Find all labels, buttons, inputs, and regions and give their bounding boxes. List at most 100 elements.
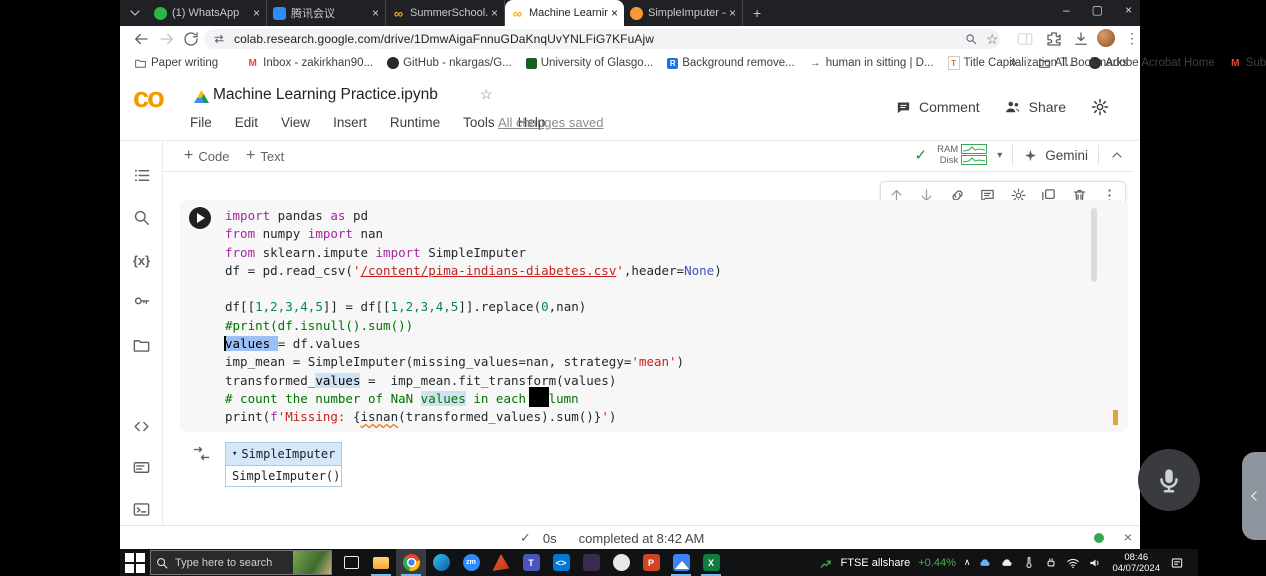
tab-close-icon[interactable]: × bbox=[491, 6, 498, 20]
tab-close-icon[interactable]: × bbox=[611, 6, 618, 20]
browser-tab[interactable]: SimpleImputer — scikit-learn 1× bbox=[624, 0, 743, 26]
variables-icon[interactable]: {x} bbox=[132, 251, 151, 270]
taskbar-clock[interactable]: 08:46 04/07/2024 bbox=[1112, 552, 1160, 574]
site-settings-icon[interactable] bbox=[212, 32, 226, 46]
taskbar-edge[interactable] bbox=[426, 549, 456, 576]
close-button[interactable]: × bbox=[1125, 3, 1132, 17]
run-cell-button[interactable] bbox=[189, 207, 211, 229]
address-bar[interactable]: colab.research.google.com/drive/1DmwAiga… bbox=[204, 29, 1000, 49]
profile-avatar[interactable] bbox=[1097, 29, 1115, 47]
tab-close-icon[interactable]: × bbox=[729, 6, 736, 20]
taskbar-vscode[interactable]: <> bbox=[546, 549, 576, 576]
taskbar-app-light[interactable] bbox=[606, 549, 636, 576]
taskbar-matlab[interactable] bbox=[486, 549, 516, 576]
add-code-button[interactable]: + Code bbox=[184, 147, 229, 165]
dismiss-status-icon[interactable]: × bbox=[1124, 529, 1132, 545]
notebook-title[interactable]: Machine Learning Practice.ipynb bbox=[213, 86, 438, 104]
star-notebook-icon[interactable]: ☆ bbox=[480, 86, 493, 103]
resources-dropdown-icon[interactable]: ▾ bbox=[997, 150, 1002, 161]
snippets-icon[interactable] bbox=[132, 417, 151, 436]
volume-icon[interactable] bbox=[1088, 556, 1102, 570]
tab-search-icon[interactable] bbox=[127, 5, 143, 21]
maximize-button[interactable]: ▢ bbox=[1092, 3, 1103, 17]
side-panel-icon[interactable] bbox=[1016, 30, 1034, 48]
secrets-icon[interactable] bbox=[132, 293, 151, 312]
taskbar-excel[interactable]: X bbox=[696, 549, 726, 576]
bookmark-item[interactable]: MSubject: Assistance... bbox=[1229, 57, 1266, 70]
recorder-mic-button[interactable] bbox=[1138, 449, 1200, 511]
add-text-button[interactable]: + Text bbox=[246, 147, 284, 165]
edge-panel-handle[interactable] bbox=[1242, 452, 1266, 540]
start-button[interactable] bbox=[120, 549, 150, 576]
resources-indicator[interactable]: RAM Disk bbox=[937, 144, 987, 166]
commands-icon[interactable] bbox=[132, 458, 151, 477]
estimator-header[interactable]: ▾ SimpleImputer bbox=[225, 442, 342, 466]
browser-tab[interactable]: ∞Machine Learning Practice.ipy× bbox=[505, 0, 624, 26]
terminal-icon[interactable] bbox=[132, 500, 151, 519]
menu-file[interactable]: File bbox=[190, 115, 212, 130]
downloads-icon[interactable] bbox=[1072, 30, 1090, 48]
usb-icon[interactable] bbox=[1044, 556, 1058, 570]
bookmark-item[interactable]: →human in sitting | D... bbox=[809, 57, 934, 70]
forward-icon[interactable] bbox=[158, 30, 176, 48]
code-editor[interactable]: import pandas as pdfrom numpy import nan… bbox=[225, 207, 722, 427]
taskbar-file-explorer[interactable] bbox=[366, 549, 396, 576]
toc-icon[interactable] bbox=[132, 166, 151, 185]
menu-view[interactable]: View bbox=[281, 115, 310, 130]
bookmark-item[interactable]: University of Glasgo... bbox=[526, 57, 653, 69]
minimize-button[interactable]: – bbox=[1063, 3, 1070, 17]
stock-chart-icon[interactable] bbox=[819, 556, 833, 570]
uofg-icon bbox=[526, 58, 537, 69]
thermometer-icon[interactable] bbox=[1022, 556, 1036, 570]
onedrive-cloud-icon[interactable] bbox=[978, 556, 992, 570]
bookmarks-overflow-icon[interactable]: » bbox=[1010, 57, 1016, 69]
menu-edit[interactable]: Edit bbox=[235, 115, 258, 130]
reload-icon[interactable] bbox=[182, 30, 200, 48]
taskbar-search[interactable]: Type here to search bbox=[150, 550, 332, 575]
bookmark-item[interactable]: MInbox - zakirkhan90... bbox=[246, 57, 373, 70]
extensions-icon[interactable] bbox=[1045, 30, 1063, 48]
colab-logo[interactable]: co bbox=[133, 82, 163, 115]
files-icon[interactable] bbox=[132, 336, 151, 355]
menu-insert[interactable]: Insert bbox=[333, 115, 367, 130]
taskbar-zoom[interactable]: zm bbox=[456, 549, 486, 576]
browser-tab[interactable]: 腾讯会议× bbox=[267, 0, 386, 26]
taskbar-app-dark[interactable] bbox=[576, 549, 606, 576]
share-button[interactable]: Share bbox=[1004, 98, 1066, 116]
search-icon[interactable] bbox=[132, 208, 151, 227]
tab-close-icon[interactable]: × bbox=[372, 6, 379, 20]
tab-close-icon[interactable]: × bbox=[253, 6, 260, 20]
menu-tools[interactable]: Tools bbox=[463, 115, 495, 130]
code-cell[interactable]: import pandas as pdfrom numpy import nan… bbox=[180, 200, 1128, 432]
doc-icon: T bbox=[948, 56, 960, 70]
bookmark-item[interactable]: RBackground remove... bbox=[667, 57, 795, 69]
gemini-button[interactable]: Gemini bbox=[1023, 148, 1088, 163]
all-bookmarks-button[interactable]: All Bookmarks bbox=[1038, 57, 1129, 70]
taskbar-powerpoint[interactable]: P bbox=[636, 549, 666, 576]
zoom-indicator-icon[interactable] bbox=[964, 32, 978, 46]
new-tab-button[interactable]: + bbox=[753, 5, 761, 21]
notebook-scrollbar[interactable] bbox=[1091, 208, 1097, 282]
save-status[interactable]: All changes saved bbox=[498, 115, 604, 130]
comment-button[interactable]: Comment bbox=[895, 99, 980, 116]
back-icon[interactable] bbox=[132, 30, 150, 48]
settings-gear-icon[interactable] bbox=[1090, 97, 1110, 117]
taskbar-teams[interactable]: T bbox=[516, 549, 546, 576]
stock-name[interactable]: FTSE allshare bbox=[841, 557, 911, 569]
chrome-menu-icon[interactable]: ⋮ bbox=[1123, 30, 1141, 48]
browser-tab[interactable]: ∞SummerSchool.ipynb - Colab× bbox=[386, 0, 505, 26]
cloud-icon[interactable] bbox=[1000, 556, 1014, 570]
browser-tab[interactable]: (1) WhatsApp× bbox=[148, 0, 267, 26]
taskbar-photos[interactable] bbox=[666, 549, 696, 576]
collapse-header-icon[interactable] bbox=[1109, 147, 1125, 163]
menu-runtime[interactable]: Runtime bbox=[390, 115, 440, 130]
action-center-icon[interactable] bbox=[1170, 556, 1184, 570]
hidden-icons-chevron[interactable]: ∧ bbox=[964, 557, 971, 568]
cursor-block-overlay bbox=[529, 387, 549, 407]
wifi-icon[interactable] bbox=[1066, 556, 1080, 570]
taskbar-task-view[interactable] bbox=[336, 549, 366, 576]
bookmark-item[interactable]: GitHub - nkargas/G... bbox=[387, 57, 512, 69]
taskbar-chrome[interactable] bbox=[396, 549, 426, 576]
bookmark-item[interactable]: Paper writing bbox=[134, 57, 218, 70]
bookmark-star-icon[interactable]: ☆ bbox=[986, 31, 999, 48]
